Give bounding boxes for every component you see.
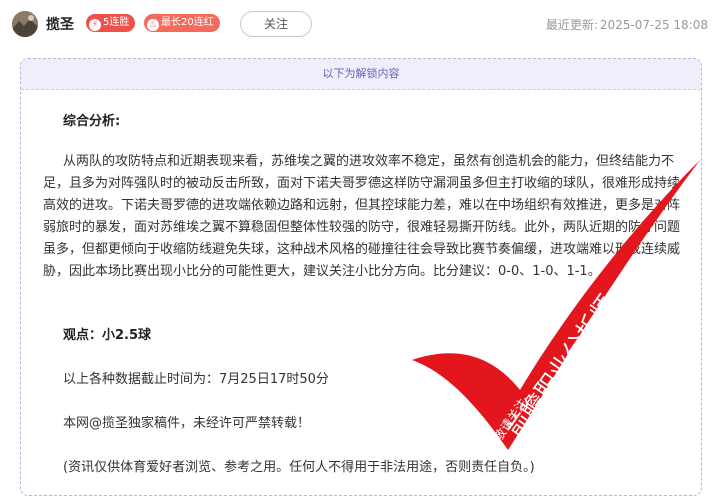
lightning-icon: ⚡ [89,19,101,31]
analysis-heading: 综合分析: [63,114,121,129]
last-updated: 最近更新: 2025-07-25 18:08 [544,16,708,33]
follow-button[interactable]: 关注 [240,11,312,37]
win-streak-badge: ⚡ 5连胜 [86,14,136,32]
longest-streak-label: 最长20连红 [161,17,214,28]
flame-icon: ♨ [147,19,159,31]
updated-prefix: 最近更新: [545,18,598,32]
longest-streak-badge: ♨ 最长20连红 [144,14,220,32]
copyright-notice: 本网@揽圣独家稿件，未经许可严禁转载！ [63,416,311,431]
data-deadline: 以上各种数据截止时间为：7月25日17时50分 [63,372,329,387]
unlocked-content-box: 以下为解锁内容 综合分析: 从两队的攻防特点和近期表现来看，苏维埃之翼的进攻效率… [20,58,702,496]
updated-time: 2025-07-25 18:08 [599,18,708,32]
author-name[interactable]: 揽圣 [46,14,74,34]
author-avatar[interactable] [12,11,38,37]
disclaimer: (资讯仅供体育爱好者浏览、参考之用。任何人不得用于非法用途，否则责任自负。) [63,460,535,475]
win-streak-label: 5连胜 [103,17,130,28]
analysis-paragraph: 从两队的攻防特点和近期表现来看，苏维埃之翼的进攻效率不稳定，虽然有创造机会的能力… [43,154,681,279]
author-header: 揽圣 ⚡ 5连胜 ♨ 最长20连红 关注 最近更新: 2025-07-25 18:08 [0,0,714,50]
viewpoint: 观点：小2.5球 [63,328,152,343]
unlock-notice: 以下为解锁内容 [21,59,701,90]
